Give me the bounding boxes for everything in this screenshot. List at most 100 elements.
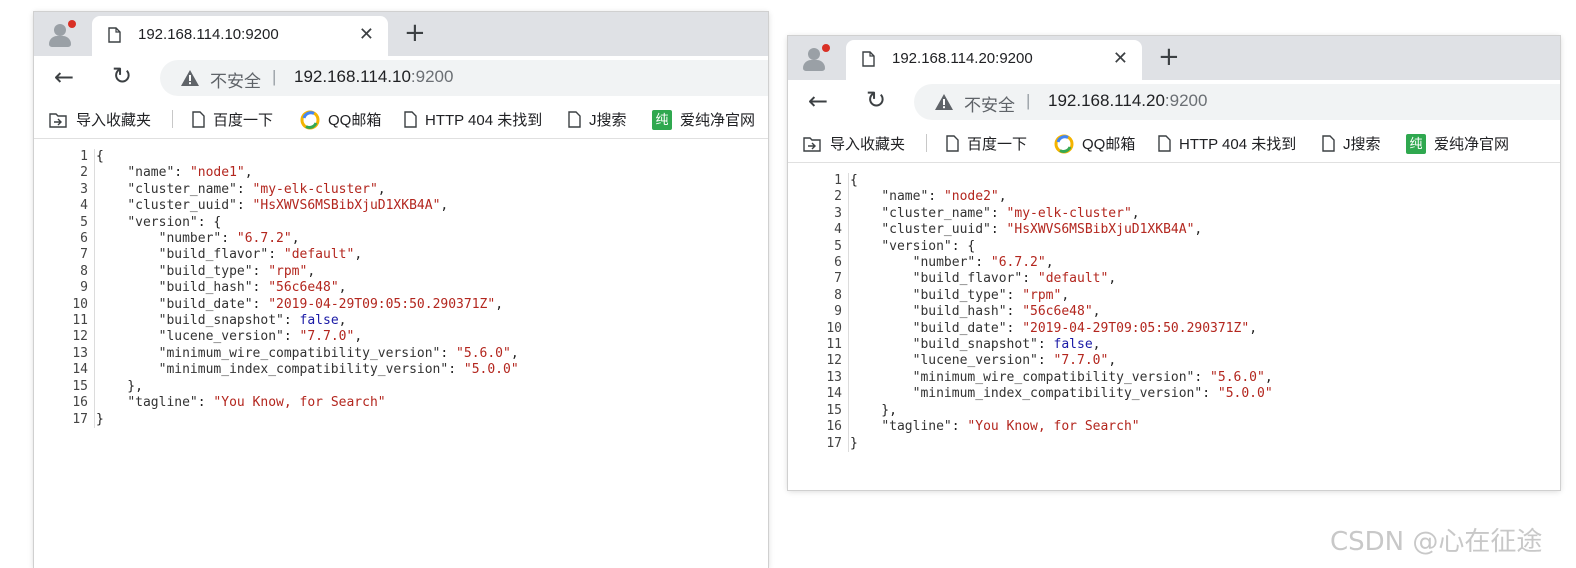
close-tab-icon[interactable]: ✕ <box>359 24 374 45</box>
reload-button[interactable]: ↻ <box>112 62 132 90</box>
json-value-cluster-name: my-elk-cluster <box>260 181 370 197</box>
back-button[interactable]: ← <box>54 63 74 91</box>
import-bookmarks-icon <box>49 112 67 128</box>
page-icon <box>108 27 121 43</box>
json-value-build-snapshot: false <box>1053 337 1093 353</box>
not-secure-label[interactable]: 不安全 <box>964 91 1015 116</box>
line-number: 15 <box>72 378 88 394</box>
json-value-build-date: 2019-04-29T09:05:50.290371Z <box>1030 320 1242 336</box>
line-number: 14 <box>826 386 842 402</box>
tab-strip: 192.168.114.20:9200 ✕ + <box>788 36 1560 80</box>
page-icon <box>946 135 959 152</box>
json-value-min-wire: 5.6.0 <box>1217 369 1258 385</box>
bookmark-label: HTTP 404 未找到 <box>425 112 543 129</box>
import-bookmarks-icon <box>803 136 821 152</box>
bookmark-qq-mail[interactable]: QQ邮箱 <box>1054 133 1135 154</box>
page-icon <box>1322 135 1335 152</box>
json-value-tagline: You Know, for Search <box>975 419 1132 435</box>
url-separator: | <box>1026 91 1031 110</box>
line-number: 1 <box>834 173 842 188</box>
profile-avatar-icon[interactable] <box>800 44 830 74</box>
active-tab[interactable]: 192.168.114.10:9200 ✕ <box>92 16 388 56</box>
url-host: 192.168.114.20 <box>1048 91 1165 110</box>
json-value-build-date: 2019-04-29T09:05:50.290371Z <box>276 296 488 312</box>
bookmark-http-404[interactable]: HTTP 404 未找到 <box>404 109 542 130</box>
line-number: 7 <box>834 271 842 287</box>
line-number: 8 <box>834 287 842 303</box>
line-number: 9 <box>834 304 842 320</box>
json-value-number: 6.7.2 <box>998 255 1038 271</box>
json-value-build-snapshot: false <box>299 313 339 329</box>
json-value-min-index: 5.0.0 <box>1225 386 1265 402</box>
line-number: 16 <box>826 419 842 435</box>
json-value-build-type: rpm <box>1030 287 1054 303</box>
address-bar[interactable]: 不安全 | 192.168.114.10:9200 <box>160 60 768 96</box>
line-number: 5 <box>834 238 842 254</box>
profile-avatar-icon[interactable] <box>46 20 76 50</box>
json-value-name: node1 <box>197 165 237 181</box>
url-port: :9200 <box>410 67 454 86</box>
page-icon <box>568 111 581 128</box>
close-tab-icon[interactable]: ✕ <box>1113 48 1128 69</box>
url-text[interactable]: 192.168.114.10:9200 <box>294 67 453 87</box>
back-button[interactable]: ← <box>808 87 828 115</box>
page-icon <box>192 111 205 128</box>
bookmark-label: J搜索 <box>589 112 627 129</box>
reload-button[interactable]: ↻ <box>866 86 886 114</box>
line-number: 10 <box>826 320 842 336</box>
line-number: 2 <box>80 165 88 181</box>
line-number-gutter: 1 2 3 4 5 6 7 8 9 10 11 12 13 14 15 16 1… <box>38 149 95 428</box>
page-icon <box>404 111 417 128</box>
line-number: 3 <box>834 205 842 221</box>
bookmarks-bar: 导入收藏夹 百度一下 QQ邮箱 HTTP 404 未找到 J搜索 纯 爱纯净官网 <box>788 124 1560 163</box>
json-viewer: 1 2 3 4 5 6 7 8 9 10 11 12 13 14 15 16 1… <box>788 163 1560 490</box>
new-tab-button[interactable]: + <box>1158 42 1180 72</box>
json-value-lucene-version: 7.7.0 <box>1061 353 1101 369</box>
bookmark-label: 导入收藏夹 <box>830 136 906 153</box>
json-code: { "name": "node1", "cluster_name": "my-e… <box>96 149 519 427</box>
qq-mail-icon <box>300 110 320 129</box>
json-value-cluster-uuid: HsXWVS6MSBibXjuD1XKB4A <box>260 198 433 214</box>
active-tab[interactable]: 192.168.114.20:9200 ✕ <box>846 40 1142 80</box>
json-value-number: 6.7.2 <box>244 231 284 247</box>
json-value-tagline: You Know, for Search <box>221 395 378 411</box>
bookmark-label: 百度一下 <box>967 136 1028 153</box>
line-number: 15 <box>826 402 842 418</box>
tab-strip: 192.168.114.10:9200 ✕ + <box>34 12 768 56</box>
bookmark-aichunjing[interactable]: 纯 爱纯净官网 <box>652 109 755 130</box>
bookmark-qq-mail[interactable]: QQ邮箱 <box>300 109 381 130</box>
bookmark-j-search[interactable]: J搜索 <box>1322 133 1381 154</box>
url-text[interactable]: 192.168.114.20:9200 <box>1048 91 1207 111</box>
browser-window-node1: 192.168.114.10:9200 ✕ + ← ↻ 不安全 | 192.16… <box>34 12 768 568</box>
chun-icon: 纯 <box>1406 133 1426 154</box>
line-number: 11 <box>72 313 88 329</box>
address-bar[interactable]: 不安全 | 192.168.114.20:9200 <box>914 84 1560 120</box>
json-value-build-flavor: default <box>1045 271 1101 287</box>
line-number: 16 <box>72 395 88 411</box>
json-value-cluster-uuid: HsXWVS6MSBibXjuD1XKB4A <box>1014 222 1187 238</box>
line-number: 14 <box>72 362 88 378</box>
line-number-gutter: 1 2 3 4 5 6 7 8 9 10 11 12 13 14 15 16 1… <box>792 173 849 452</box>
chun-icon: 纯 <box>652 109 672 130</box>
bookmark-aichunjing[interactable]: 纯 爱纯净官网 <box>1406 133 1509 154</box>
line-number: 5 <box>80 214 88 230</box>
bookmark-baidu[interactable]: 百度一下 <box>946 133 1027 154</box>
line-number: 13 <box>72 345 88 361</box>
new-tab-button[interactable]: + <box>404 18 426 48</box>
bookmark-j-search[interactable]: J搜索 <box>568 109 627 130</box>
warning-icon[interactable] <box>934 92 954 112</box>
json-value-lucene-version: 7.7.0 <box>307 329 347 345</box>
qq-mail-icon <box>1054 134 1074 153</box>
bookmark-import[interactable]: 导入收藏夹 <box>48 109 151 130</box>
json-value-min-index: 5.0.0 <box>471 362 511 378</box>
bookmark-baidu[interactable]: 百度一下 <box>192 109 273 130</box>
line-number: 9 <box>80 280 88 296</box>
line-number: 4 <box>834 222 842 238</box>
not-secure-label[interactable]: 不安全 <box>210 67 261 92</box>
warning-icon[interactable] <box>180 68 200 88</box>
bookmark-separator <box>926 134 927 152</box>
bookmark-http-404[interactable]: HTTP 404 未找到 <box>1158 133 1296 154</box>
url-port: :9200 <box>1164 91 1208 110</box>
page-icon <box>1158 135 1171 152</box>
bookmark-import[interactable]: 导入收藏夹 <box>802 133 905 154</box>
